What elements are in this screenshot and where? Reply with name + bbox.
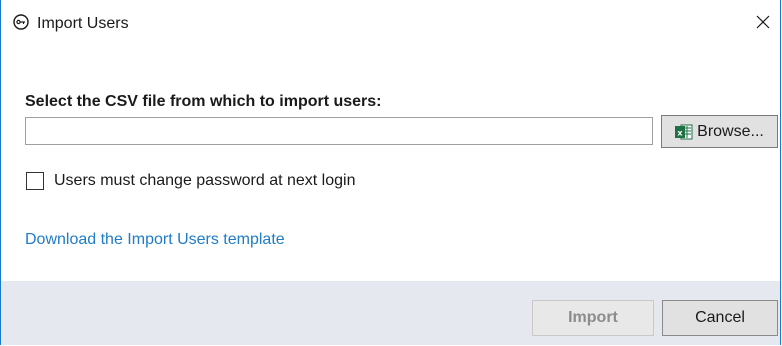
svg-text:x: x [678,128,684,137]
key-circle-icon [13,14,29,30]
cancel-button[interactable]: Cancel [662,300,778,336]
close-button[interactable] [746,8,780,40]
change-password-label: Users must change password at next login [54,172,356,189]
title-bar: Import Users [1,0,780,48]
change-password-checkbox-row[interactable]: Users must change password at next login [26,171,355,191]
change-password-checkbox[interactable] [26,172,44,190]
import-users-dialog: Import Users Select the CSV file from wh… [0,0,781,345]
dialog-title: Import Users [37,15,129,32]
browse-button[interactable]: x Browse... [661,115,778,148]
download-template-link[interactable]: Download the Import Users template [25,230,285,250]
browse-button-label: Browse... [697,122,764,140]
close-icon [756,15,770,34]
csv-prompt-label: Select the CSV file from which to import… [25,93,382,110]
excel-icon: x [675,124,693,140]
csv-file-path-input[interactable] [25,117,653,145]
import-button[interactable]: Import [532,300,654,336]
